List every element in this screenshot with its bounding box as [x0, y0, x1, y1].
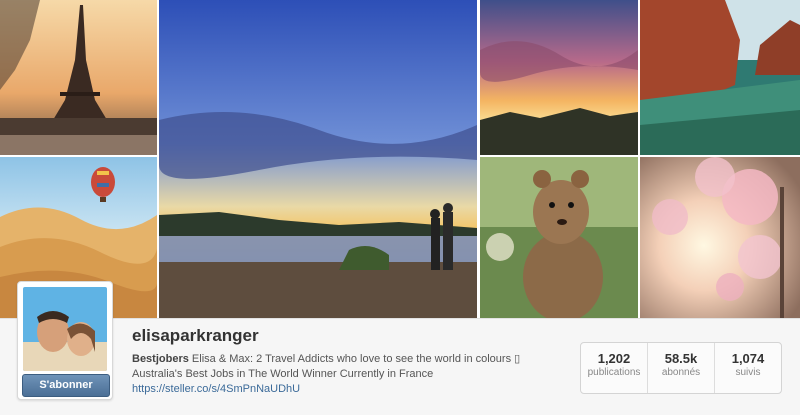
bio-name: Bestjobers	[132, 353, 189, 365]
photo-eiffel-tower[interactable]	[0, 0, 157, 155]
stats-box: 1,202 publications 58.5k abonnés 1,074 s…	[580, 342, 782, 394]
bio: Bestjobers Elisa & Max: 2 Travel Addicts…	[132, 352, 562, 397]
photo-cherry-blossom[interactable]	[640, 157, 800, 318]
photo-mosaic	[0, 0, 800, 318]
stat-followers[interactable]: 58.5k abonnés	[648, 343, 715, 393]
stat-label: publications	[587, 367, 641, 378]
photo-mountain-sunset[interactable]	[480, 0, 638, 155]
stat-label: abonnés	[661, 367, 701, 378]
avatar-card: S'abonner	[17, 281, 113, 400]
stat-label: suivis	[735, 367, 761, 378]
photo-red-cliffs-sea[interactable]	[640, 0, 800, 155]
stat-value: 1,074	[731, 351, 765, 366]
bio-line1: Elisa & Max: 2 Travel Addicts who love t…	[191, 353, 521, 365]
stat-value: 1,202	[597, 351, 631, 366]
avatar[interactable]	[23, 287, 107, 371]
photo-couple-lake-sunset[interactable]	[159, 0, 477, 318]
stat-value: 58.5k	[664, 351, 698, 366]
stat-following[interactable]: 1,074 suivis	[715, 343, 781, 393]
bio-link[interactable]: https://steller.co/s/4SmPnNaUDhU	[132, 383, 300, 395]
stat-publications[interactable]: 1,202 publications	[581, 343, 648, 393]
username: elisaparkranger	[132, 326, 259, 345]
follow-button[interactable]: S'abonner	[22, 374, 110, 397]
bio-line2: Australia's Best Jobs in The World Winne…	[132, 368, 434, 380]
photo-quokka[interactable]	[480, 157, 638, 318]
